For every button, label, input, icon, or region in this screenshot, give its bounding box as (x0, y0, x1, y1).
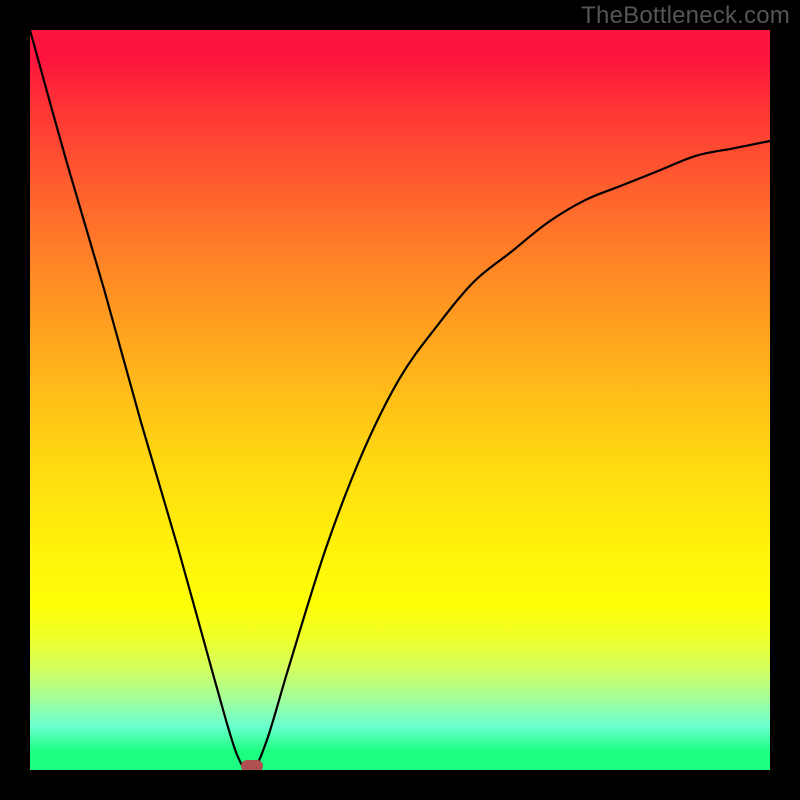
minimum-marker (241, 760, 263, 770)
chart-frame: TheBottleneck.com (0, 0, 800, 800)
watermark-text: TheBottleneck.com (581, 2, 790, 30)
plot-svg (30, 30, 770, 770)
bottleneck-curve (30, 30, 770, 770)
plot-area (30, 30, 770, 770)
